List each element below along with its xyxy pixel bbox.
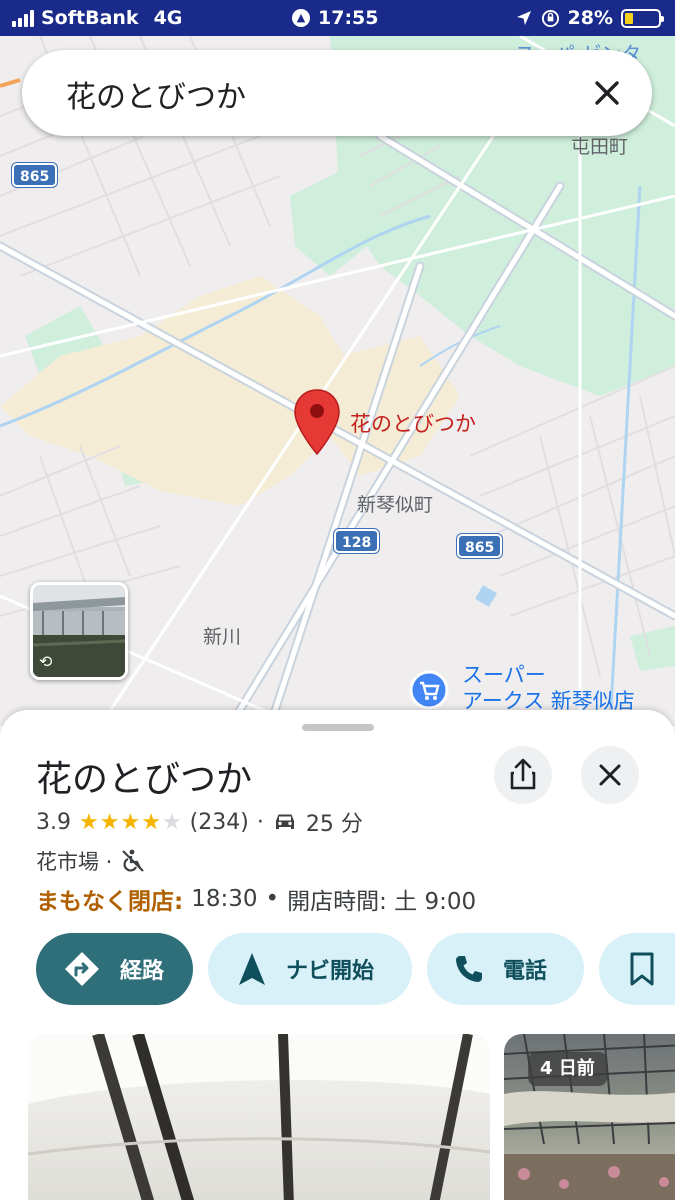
signal-icon bbox=[12, 9, 34, 27]
place-pin-label[interactable]: 花のとびつか bbox=[350, 408, 476, 438]
close-icon bbox=[599, 764, 621, 786]
route-shield-128: 128 bbox=[334, 529, 380, 553]
directions-button[interactable]: 経路 bbox=[36, 933, 193, 1005]
search-bar[interactable]: 花のとびつか bbox=[22, 50, 652, 136]
status-right: 28% bbox=[515, 7, 664, 29]
place-category: 花市場 · bbox=[36, 850, 113, 874]
carrier-name: SoftBank bbox=[41, 7, 139, 29]
place-title: 花のとびつか bbox=[36, 759, 253, 800]
start-navigation-label: ナビ開始 bbox=[286, 959, 375, 984]
poi-label-super-arcs[interactable]: スーパー アークス 新琴似店 bbox=[462, 662, 635, 714]
dot-separator: · bbox=[256, 809, 264, 835]
place-pin-icon[interactable] bbox=[293, 388, 341, 456]
close-sheet-button[interactable] bbox=[581, 746, 639, 804]
street-view-thumbnail[interactable]: ⟲ bbox=[30, 582, 128, 680]
shopping-cart-icon[interactable] bbox=[409, 670, 449, 710]
route-shield-865-top: 865 bbox=[12, 163, 58, 187]
closing-time: 18:30 bbox=[191, 886, 258, 912]
opening-info: 開店時間: 土 9:00 bbox=[287, 889, 477, 915]
drive-time: 25 分 bbox=[305, 812, 363, 837]
battery-icon bbox=[621, 8, 664, 28]
status-left: SoftBank 4G bbox=[12, 7, 182, 29]
place-photo-2[interactable]: 4 日前 bbox=[504, 1034, 675, 1200]
star-icon: ★ bbox=[141, 809, 161, 835]
battery-percent: 28% bbox=[567, 7, 613, 29]
place-bottom-sheet[interactable]: 花のとびつか 3.9 ★ ★ ★ ★ ★ (234) · 25 分 花市場 · … bbox=[0, 710, 675, 1200]
location-arrow-icon bbox=[516, 11, 531, 25]
place-photo-1[interactable] bbox=[28, 1034, 490, 1200]
network-type: 4G bbox=[153, 7, 183, 29]
phone-icon bbox=[456, 956, 482, 982]
star-icon: ★ bbox=[120, 809, 141, 835]
action-chips: 経路 ナビ開始 電話 bbox=[36, 933, 675, 1005]
review-count[interactable]: (234) bbox=[190, 810, 249, 835]
call-label: 電話 bbox=[503, 959, 548, 984]
search-query[interactable]: 花のとびつか bbox=[66, 72, 246, 116]
close-search-icon[interactable] bbox=[588, 74, 626, 112]
greenhouse-photo bbox=[28, 1034, 490, 1200]
not-wheelchair-accessible-icon bbox=[122, 849, 145, 872]
navigation-arrow-icon bbox=[239, 953, 265, 985]
category-row: 花市場 · bbox=[36, 846, 146, 876]
rating-row[interactable]: 3.9 ★ ★ ★ ★ ★ (234) · 25 分 bbox=[36, 806, 363, 838]
drag-handle[interactable] bbox=[302, 724, 374, 731]
star-empty-icon: ★ bbox=[161, 809, 182, 835]
map-label-shinkawa[interactable]: 新川 bbox=[203, 622, 241, 649]
status-center: ▲ 17:55 bbox=[292, 7, 378, 29]
photo-date-badge: 4 日前 bbox=[528, 1052, 607, 1086]
location-sharing-icon: ▲ bbox=[292, 9, 310, 27]
rating-stars: ★ ★ ★ ★ ★ bbox=[79, 810, 182, 835]
map-label-shinkotonichou[interactable]: 新琴似町 bbox=[357, 490, 433, 517]
hours-row[interactable]: まもなく閉店: 18:30 • 開店時間: 土 9:00 bbox=[36, 882, 476, 916]
maps-app: SoftBank 4G ▲ 17:55 28% 屯田町 新琴似町 新川 865 … bbox=[0, 0, 675, 1200]
start-navigation-button[interactable]: ナビ開始 bbox=[208, 933, 412, 1005]
map-view[interactable]: スーパ ゼンタ 屯田町 新琴似町 新川 865 128 865 花のとびつか ス… bbox=[0, 36, 675, 726]
clock: 17:55 bbox=[318, 7, 379, 29]
share-button[interactable] bbox=[494, 746, 552, 804]
star-icon: ★ bbox=[99, 809, 120, 835]
rotate-360-icon: ⟲ bbox=[39, 652, 53, 671]
save-button[interactable] bbox=[599, 933, 675, 1005]
map-label-tondenchou[interactable]: 屯田町 bbox=[571, 132, 628, 159]
share-icon bbox=[510, 758, 536, 790]
directions-icon bbox=[65, 952, 99, 986]
route-shield-865: 865 bbox=[457, 534, 503, 558]
hours-separator: • bbox=[265, 886, 280, 912]
rating-value: 3.9 bbox=[36, 809, 71, 835]
call-button[interactable]: 電話 bbox=[427, 933, 584, 1005]
closing-status: まもなく閉店: bbox=[36, 889, 184, 915]
car-icon bbox=[275, 814, 294, 829]
status-bar: SoftBank 4G ▲ 17:55 28% bbox=[0, 0, 675, 36]
poi-label-line1: スーパー bbox=[462, 663, 546, 687]
orientation-lock-icon bbox=[541, 9, 559, 27]
bookmark-icon bbox=[630, 952, 654, 986]
star-icon: ★ bbox=[79, 809, 99, 835]
directions-label: 経路 bbox=[120, 959, 165, 984]
